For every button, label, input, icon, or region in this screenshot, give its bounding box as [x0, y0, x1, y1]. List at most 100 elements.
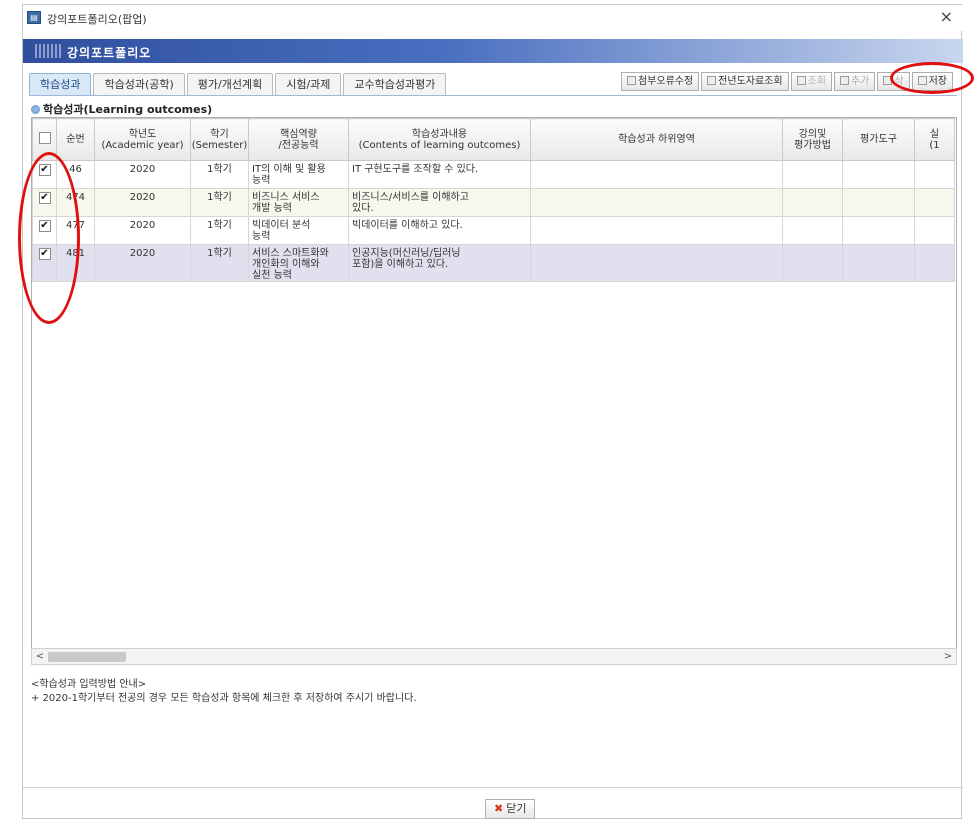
prev-year-lookup-label: 전년도자료조회	[718, 76, 783, 87]
window-close-button[interactable]: ×	[940, 7, 953, 26]
attachment-icon	[626, 76, 636, 85]
close-button[interactable]: ✖ 닫기	[485, 799, 536, 819]
popup-window: ▤ 강의포트폴리오(팝업) × 강의포트폴리오 학습성과 학습성과(공학) 평가…	[22, 4, 963, 819]
tab-bar: 학습성과 학습성과(공학) 평가/개선계획 시험/과제 교수학습성과평가	[29, 73, 448, 95]
cell-extra[interactable]	[914, 160, 955, 189]
table-row[interactable]: ✔ 46 2020 1학기 IT의 이해 및 활용 능력 IT 구현도구를 조작…	[32, 160, 955, 189]
guide-text: + 2020-1학기부터 전공의 경우 모든 학습성과 항목에 체크한 후 저장…	[31, 693, 417, 704]
header-select-all[interactable]	[32, 118, 57, 161]
cell-tool[interactable]	[842, 160, 915, 189]
header-competency[interactable]: 핵심역량 /전공능력	[248, 118, 349, 161]
save-button[interactable]: 저장	[911, 72, 953, 91]
search-button[interactable]: 조회	[790, 72, 832, 91]
header-year[interactable]: 학년도 (Academic year)	[94, 118, 191, 161]
delete-button[interactable]: 삭	[877, 72, 910, 91]
row-checkbox-cell[interactable]: ✔	[32, 188, 57, 217]
tab-underline	[29, 95, 957, 96]
header-extra[interactable]: 실 (1	[914, 118, 955, 161]
cell-semester: 1학기	[190, 160, 249, 189]
page-banner: 강의포트폴리오	[23, 39, 963, 63]
cell-tool[interactable]	[842, 216, 915, 245]
outcomes-grid: 순번 학년도 (Academic year) 학기 (Semester) 핵심역…	[31, 117, 957, 649]
bullet-icon	[31, 105, 40, 114]
header-sub-area[interactable]: 학습성과 하위영역	[530, 118, 783, 161]
cell-method[interactable]	[782, 188, 843, 217]
row-checkbox-cell[interactable]: ✔	[32, 216, 57, 245]
cell-year: 2020	[94, 216, 191, 245]
section-title: 학습성과(Learning outcomes)	[31, 101, 212, 117]
cell-tool[interactable]	[842, 188, 915, 217]
cell-extra[interactable]	[914, 244, 955, 282]
cell-content: 인공지능(머신러닝/딥러닝 포함)을 이해하고 있다.	[348, 244, 531, 282]
add-icon	[839, 76, 849, 85]
close-label: 닫기	[506, 802, 527, 815]
calendar-icon	[707, 76, 717, 85]
delete-label: 삭	[894, 76, 904, 87]
row-checkbox[interactable]: ✔	[38, 192, 51, 204]
cell-semester: 1학기	[190, 244, 249, 282]
header-tool[interactable]: 평가도구	[842, 118, 915, 161]
cell-method[interactable]	[782, 244, 843, 282]
banner-grid-icon	[35, 44, 63, 58]
row-checkbox[interactable]: ✔	[38, 220, 51, 232]
row-checkbox[interactable]: ✔	[38, 248, 51, 260]
cell-competency: 서비스 스마트화와 개인화의 이해와 실천 능력	[248, 244, 349, 282]
tab-learning-outcomes-engineering[interactable]: 학습성과(공학)	[93, 73, 185, 95]
cell-sub-area[interactable]	[530, 188, 783, 217]
fix-attachment-label: 첨부오류수정	[637, 76, 694, 87]
cell-competency: 비즈니스 서비스 개발 능력	[248, 188, 349, 217]
delete-icon	[883, 76, 893, 85]
tab-evaluation-improvement[interactable]: 평가/개선계획	[186, 73, 274, 95]
header-content[interactable]: 학습성과내용 (Contents of learning outcomes)	[348, 118, 531, 161]
cell-no: 481	[56, 244, 95, 282]
horizontal-scrollbar[interactable]: < >	[31, 648, 957, 665]
scroll-thumb[interactable]	[48, 652, 126, 662]
prev-year-lookup-button[interactable]: 전년도자료조회	[701, 72, 789, 91]
close-icon: ✖	[494, 802, 504, 815]
title-bar: ▤ 강의포트폴리오(팝업) ×	[23, 5, 963, 31]
cell-method[interactable]	[782, 160, 843, 189]
cell-tool[interactable]	[842, 244, 915, 282]
guide-title: <학습성과 입력방법 안내>	[31, 679, 147, 690]
search-label: 조회	[807, 76, 826, 87]
table-row-selected[interactable]: ✔ 481 2020 1학기 서비스 스마트화와 개인화의 이해와 실천 능력 …	[32, 244, 955, 282]
cell-competency: 빅데이터 분석 능력	[248, 216, 349, 245]
cell-sub-area[interactable]	[530, 160, 783, 189]
header-semester[interactable]: 학기 (Semester)	[190, 118, 249, 161]
fix-attachment-button[interactable]: 첨부오류수정	[620, 72, 700, 91]
window-title: 강의포트폴리오(팝업)	[47, 13, 147, 26]
cell-competency: IT의 이해 및 활용 능력	[248, 160, 349, 189]
cell-year: 2020	[94, 244, 191, 282]
cell-extra[interactable]	[914, 216, 955, 245]
cell-no: 477	[56, 216, 95, 245]
row-checkbox-cell[interactable]: ✔	[32, 160, 57, 189]
cell-semester: 1학기	[190, 188, 249, 217]
tab-exam-assignment[interactable]: 시험/과제	[275, 73, 342, 95]
row-checkbox[interactable]: ✔	[38, 164, 51, 176]
cell-extra[interactable]	[914, 188, 955, 217]
cell-year: 2020	[94, 188, 191, 217]
table-row[interactable]: ✔ 477 2020 1학기 빅데이터 분석 능력 빅데이터를 이해하고 있다.	[32, 216, 955, 245]
cell-sub-area[interactable]	[530, 244, 783, 282]
header-no[interactable]: 순번	[56, 118, 95, 161]
cell-no: 46	[56, 160, 95, 189]
cell-content: 빅데이터를 이해하고 있다.	[348, 216, 531, 245]
cell-semester: 1학기	[190, 216, 249, 245]
cell-sub-area[interactable]	[530, 216, 783, 245]
save-icon	[917, 76, 927, 85]
select-all-checkbox[interactable]	[38, 132, 51, 144]
tab-teaching-evaluation[interactable]: 교수학습성과평가	[343, 73, 447, 95]
search-icon	[796, 76, 806, 85]
cell-no: 474	[56, 188, 95, 217]
scroll-left-icon[interactable]: <	[33, 650, 47, 664]
tab-learning-outcomes[interactable]: 학습성과	[29, 73, 92, 95]
cell-method[interactable]	[782, 216, 843, 245]
row-checkbox-cell[interactable]: ✔	[32, 244, 57, 282]
save-label: 저장	[928, 76, 947, 87]
cell-content: IT 구현도구를 조작할 수 있다.	[348, 160, 531, 189]
scroll-right-icon[interactable]: >	[941, 650, 955, 664]
add-button[interactable]: 추가	[833, 72, 876, 91]
table-row[interactable]: ✔ 474 2020 1학기 비즈니스 서비스 개발 능력 비즈니스/서비스를 …	[32, 188, 955, 217]
header-method[interactable]: 강의및 평가방법	[782, 118, 843, 161]
toolbar: 첨부오류수정 전년도자료조회 조회 추가 삭 저장	[619, 72, 953, 91]
